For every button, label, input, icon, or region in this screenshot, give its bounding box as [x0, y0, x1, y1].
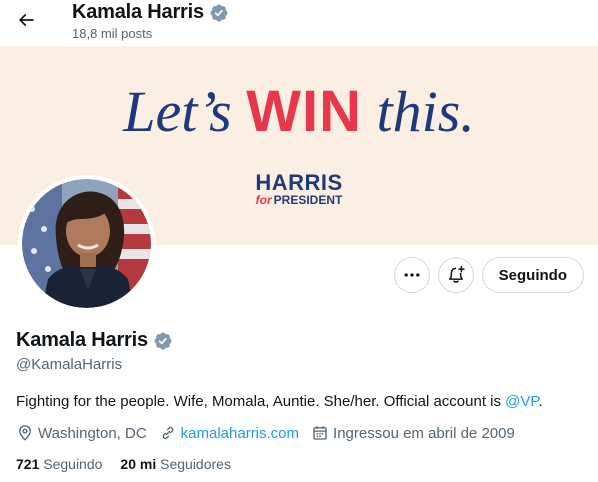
notifications-button[interactable] — [437, 257, 474, 293]
posts-count: 18,8 mil posts — [72, 26, 153, 41]
banner-headline-part3: this. — [376, 79, 475, 144]
location-item: Washington, DC — [16, 424, 147, 442]
profile-meta: Washington, DC kamalaharris.com Ingresso… — [16, 424, 527, 442]
more-horizontal-icon — [404, 273, 420, 277]
joined-text: Ingressou em abril de 2009 — [333, 424, 515, 442]
arrow-left-icon — [18, 13, 34, 27]
more-button[interactable] — [393, 257, 430, 293]
profile-handle: @KamalaHarris — [16, 356, 123, 373]
top-bar: Kamala Harris 18,8 mil posts — [0, 0, 598, 46]
banner-headline-win: WIN — [246, 79, 362, 144]
followers-count: 20 mi — [120, 456, 157, 472]
avatar-photo — [22, 179, 151, 308]
followers-stat[interactable]: 20 mi Seguidores — [120, 456, 231, 472]
bell-plus-icon — [448, 265, 465, 283]
bio-end: . — [538, 393, 543, 410]
following-stat[interactable]: 721 Seguindo — [16, 456, 102, 472]
back-button[interactable] — [10, 4, 42, 36]
profile-name-row: Kamala Harris — [16, 329, 173, 352]
location-text: Washington, DC — [38, 424, 147, 442]
followers-label: Seguidores — [160, 456, 231, 472]
profile-bio: Fighting for the people. Wife, Momala, A… — [16, 393, 543, 410]
avatar[interactable] — [18, 175, 155, 312]
banner-campaign-for: for — [255, 193, 272, 207]
profile-stats: 721 Seguindo 20 mi Seguidores — [16, 456, 249, 472]
verified-badge-icon[interactable] — [153, 331, 173, 351]
following-label: Seguindo — [43, 456, 103, 472]
banner-campaign-title: PRESIDENT — [273, 193, 343, 207]
link-icon — [162, 426, 174, 440]
location-pin-icon — [19, 425, 31, 441]
header-name-row: Kamala Harris — [72, 1, 229, 24]
verified-badge-icon — [210, 3, 228, 22]
joined-item: Ingressou em abril de 2009 — [311, 424, 515, 442]
banner-headline-part1: Let’s — [123, 79, 232, 144]
header-name: Kamala Harris — [72, 1, 204, 23]
website-link[interactable]: kamalaharris.com — [181, 425, 299, 442]
banner-headline: Let’s WIN this. — [0, 80, 598, 144]
bio-text: Fighting for the people. Wife, Momala, A… — [16, 393, 506, 410]
following-count: 721 — [16, 456, 40, 472]
calendar-icon — [313, 426, 327, 440]
display-name: Kamala Harris — [16, 329, 148, 351]
bio-mention-link[interactable]: @VP — [505, 393, 538, 410]
website-item: kamalaharris.com — [159, 424, 299, 442]
profile-actions: Seguindo — [393, 257, 584, 293]
following-button[interactable]: Seguindo — [481, 257, 584, 293]
